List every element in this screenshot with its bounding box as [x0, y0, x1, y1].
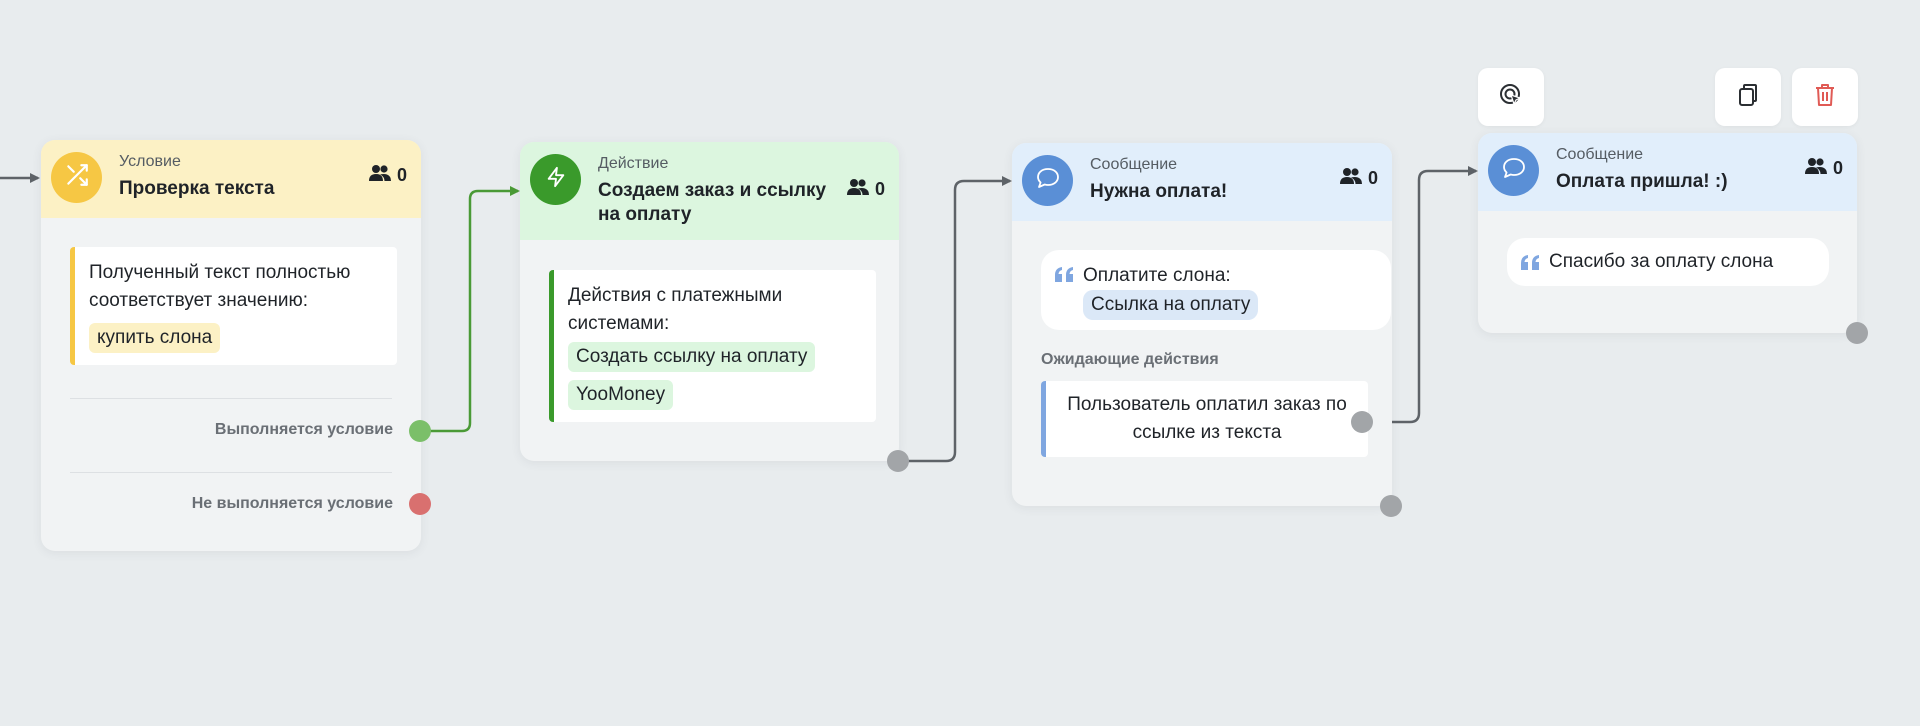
wire-condition-to-action — [420, 186, 520, 433]
message-quote-text: Спасибо за оплату слона — [1549, 251, 1774, 272]
outlet-true-label: Выполняется условие — [214, 421, 393, 438]
select-target-button[interactable] — [1478, 68, 1544, 126]
divider — [70, 398, 392, 399]
wire-action-to-message — [899, 176, 1012, 463]
users-icon — [368, 164, 391, 187]
node-header[interactable]: Сообщение Нужна оплата! 0 — [1012, 143, 1392, 221]
message-node-1[interactable]: Сообщение Нужна оплата! 0 Оплатите слона… — [1012, 143, 1402, 517]
node-title: Проверка текста — [119, 178, 275, 199]
action-tag-create-link: Создать ссылку на оплату — [568, 342, 816, 372]
message-output-port[interactable] — [1380, 495, 1402, 517]
condition-card[interactable]: Полученный текст полностью соответствует… — [70, 247, 397, 365]
outlet-true-port[interactable] — [409, 420, 431, 442]
trash-icon — [1814, 83, 1836, 112]
outlet-false-label: Не выполняется условие — [191, 495, 393, 512]
action-node[interactable]: Действие Создаем заказ и ссылку на оплат… — [520, 142, 909, 472]
subscriber-count: 0 — [1339, 167, 1378, 190]
bolt-icon — [545, 165, 567, 194]
subscriber-count-value: 0 — [1367, 168, 1378, 188]
pending-action-text: Пользователь оплатил заказ по ссылке из … — [1067, 394, 1347, 443]
quote-icon — [1055, 264, 1075, 292]
subscriber-count: 0 — [368, 164, 407, 187]
divider — [70, 472, 392, 473]
message-output-port[interactable] — [1846, 322, 1868, 344]
message-avatar — [1022, 155, 1073, 206]
node-header[interactable]: Условие Проверка текста 0 — [41, 140, 421, 218]
pending-action-card[interactable]: Пользователь оплатил заказ по ссылке из … — [1041, 381, 1368, 457]
node-title: Создаем заказ и ссылку на оплату — [598, 180, 827, 225]
subscriber-count: 0 — [846, 178, 885, 201]
action-card[interactable]: Действия с платежными системами: Создать… — [549, 270, 876, 422]
chat-bubble-icon — [1036, 167, 1060, 194]
action-text: Действия с платежными системами: — [568, 285, 783, 334]
node-title: Оплата пришла! :) — [1556, 171, 1728, 192]
condition-node[interactable]: Условие Проверка текста 0 Полученный тек… — [41, 140, 431, 551]
copy-icon — [1736, 82, 1760, 113]
cursor-target-icon — [1498, 82, 1524, 113]
quote-icon — [1521, 252, 1541, 280]
delete-node-button[interactable] — [1792, 68, 1858, 126]
node-title: Нужна оплата! — [1090, 181, 1228, 202]
shuffle-icon — [64, 162, 90, 193]
condition-text: Полученный текст полностью соответствует… — [89, 262, 351, 311]
subscriber-count-value: 0 — [1832, 158, 1843, 178]
pending-actions-label: Ожидающие действия — [1041, 351, 1219, 368]
users-icon — [1804, 157, 1827, 180]
action-tag-provider: YooMoney — [568, 380, 674, 410]
node-kind: Сообщение — [1090, 156, 1178, 173]
condition-avatar — [51, 152, 102, 203]
outlet-false-port[interactable] — [409, 493, 431, 515]
copy-node-button[interactable] — [1715, 68, 1781, 126]
node-header[interactable]: Действие Создаем заказ и ссылку на оплат… — [520, 142, 899, 240]
users-icon — [846, 178, 869, 201]
payment-link-tag[interactable]: Ссылка на оплату — [1083, 290, 1259, 320]
action-avatar — [530, 154, 581, 205]
message-node-2[interactable]: Сообщение Оплата пришла! :) 0 Спасибо за… — [1478, 133, 1868, 344]
node-kind: Действие — [598, 155, 669, 172]
action-output-port[interactable] — [887, 450, 909, 472]
subscriber-count-value: 0 — [396, 165, 407, 185]
users-icon — [1339, 167, 1362, 190]
message-text-card[interactable]: Оплатите слона: Ссылка на оплату — [1041, 250, 1391, 330]
node-kind: Условие — [119, 153, 181, 170]
condition-value-tag: купить слона — [89, 323, 221, 353]
node-header[interactable]: Сообщение Оплата пришла! :) 0 — [1478, 133, 1857, 211]
subscriber-count: 0 — [1804, 157, 1843, 180]
message-quote-text: Оплатите слона: — [1083, 265, 1231, 286]
subscriber-count-value: 0 — [874, 179, 885, 199]
message-text-card[interactable]: Спасибо за оплату слона — [1507, 238, 1829, 286]
node-kind: Сообщение — [1556, 146, 1644, 163]
flow-canvas[interactable]: Условие Проверка текста 0 Полученный тек… — [0, 0, 1920, 726]
chat-bubble-icon — [1502, 157, 1526, 184]
pending-action-port[interactable] — [1351, 411, 1373, 433]
message-avatar — [1488, 145, 1539, 196]
